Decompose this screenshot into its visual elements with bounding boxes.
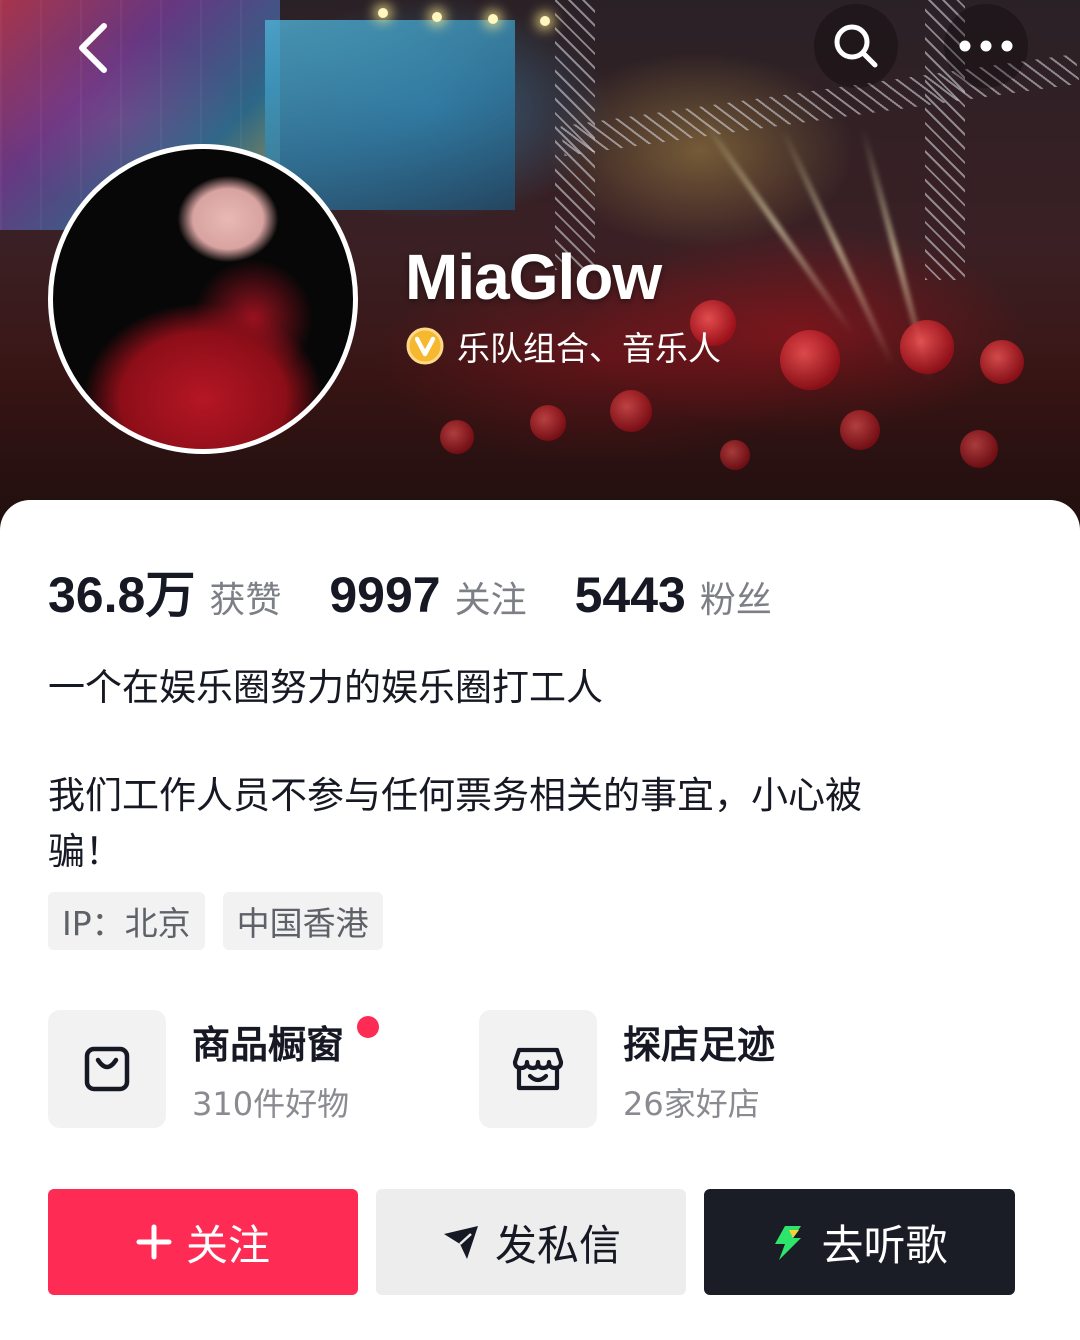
store-visits-text: 探店足迹 26家好店 bbox=[623, 1014, 775, 1125]
store-visits-entry[interactable]: 探店足迹 26家好店 bbox=[479, 1010, 775, 1128]
more-horizontal-icon bbox=[959, 40, 1013, 52]
notification-dot bbox=[357, 1015, 380, 1038]
music-app-icon bbox=[771, 1222, 807, 1262]
shop-window-count: 310件好物 bbox=[192, 1084, 350, 1123]
profile-banner: MiaGlow 乐队组合、音乐人 bbox=[0, 0, 1080, 540]
listen-label: 去听歌 bbox=[821, 1220, 948, 1270]
stats-row: 36.8万 获赞 9997 关注 5443 粉丝 bbox=[48, 555, 820, 627]
bio: 一个在娱乐圈努力的娱乐圈打工人 我们工作人员不参与任何票务相关的事宜，小心被 骗… bbox=[48, 660, 1008, 880]
ip-location-tag: IP：北京 bbox=[48, 892, 205, 950]
profile-page: MiaGlow 乐队组合、音乐人 36.8万 获赞 9997 关注 5443 粉… bbox=[0, 0, 1080, 1340]
banner-spotlight bbox=[540, 16, 550, 26]
bio-line: 骗！ bbox=[48, 830, 122, 873]
shop-window-text: 商品橱窗 310件好物 bbox=[192, 1014, 380, 1125]
stat-likes-label: 获赞 bbox=[209, 580, 282, 621]
follow-label: 关注 bbox=[185, 1220, 270, 1270]
store-icon bbox=[479, 1010, 597, 1128]
banner-spotlight bbox=[432, 12, 442, 22]
region-tag[interactable]: 中国香港 bbox=[222, 892, 383, 950]
action-buttons: 关注 发私信 去听歌 bbox=[48, 1189, 1015, 1295]
shop-window-title: 商品橱窗 bbox=[192, 1022, 345, 1067]
profile-info-card: 36.8万 获赞 9997 关注 5443 粉丝 一个在娱乐圈努力的娱乐圈打工人… bbox=[0, 500, 1080, 1340]
back-button[interactable] bbox=[52, 6, 136, 90]
message-label: 发私信 bbox=[494, 1220, 621, 1270]
stat-following-value: 9997 bbox=[329, 567, 441, 623]
verification-row: 乐队组合、音乐人 bbox=[405, 322, 721, 370]
send-icon bbox=[441, 1222, 481, 1262]
username: MiaGlow bbox=[405, 241, 662, 313]
profile-tags: IP：北京 中国香港 bbox=[48, 892, 401, 950]
store-visits-title: 探店足迹 bbox=[623, 1022, 776, 1067]
stat-likes[interactable]: 36.8万 获赞 bbox=[48, 555, 281, 627]
search-icon bbox=[834, 24, 878, 68]
search-button[interactable] bbox=[814, 4, 898, 88]
banner-light-beam bbox=[780, 128, 896, 367]
listen-music-button[interactable]: 去听歌 bbox=[704, 1189, 1015, 1295]
stat-following[interactable]: 9997 关注 bbox=[329, 566, 526, 624]
shopping-bag-icon bbox=[48, 1010, 166, 1128]
verified-v-icon bbox=[405, 326, 445, 366]
avatar[interactable] bbox=[48, 144, 358, 454]
bio-line: 一个在娱乐圈努力的娱乐圈打工人 bbox=[48, 666, 603, 709]
message-button[interactable]: 发私信 bbox=[376, 1189, 686, 1295]
bio-line: 我们工作人员不参与任何票务相关的事宜，小心被 bbox=[48, 774, 862, 817]
follow-button[interactable]: 关注 bbox=[48, 1189, 358, 1295]
stat-followers[interactable]: 5443 粉丝 bbox=[575, 566, 772, 624]
chevron-left-icon bbox=[79, 23, 107, 73]
more-options-button[interactable] bbox=[944, 4, 1028, 88]
stat-followers-label: 粉丝 bbox=[699, 580, 772, 621]
banner-spotlight bbox=[378, 8, 388, 18]
stat-likes-value: 36.8万 bbox=[48, 567, 196, 623]
verified-label: 乐队组合、音乐人 bbox=[457, 329, 721, 368]
stat-following-label: 关注 bbox=[454, 580, 527, 621]
banner-spotlight bbox=[488, 14, 498, 24]
shop-window-entry[interactable]: 商品橱窗 310件好物 bbox=[48, 1010, 380, 1128]
plus-icon bbox=[136, 1224, 172, 1260]
store-visits-count: 26家好店 bbox=[623, 1084, 760, 1123]
stat-followers-value: 5443 bbox=[574, 567, 686, 623]
